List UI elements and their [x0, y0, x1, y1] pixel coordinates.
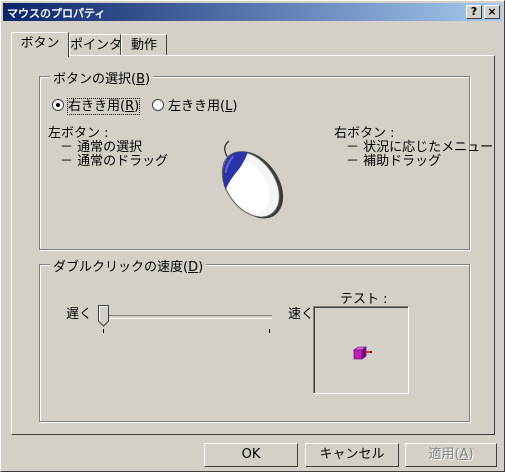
- slider-tick-min: [103, 329, 104, 333]
- left-button-item: － 通常の選択: [60, 140, 143, 155]
- fast-label: 速く: [288, 307, 315, 322]
- slider-tick-max: [269, 329, 270, 333]
- close-button[interactable]: ×: [484, 5, 500, 19]
- test-area[interactable]: [313, 306, 409, 394]
- slider-track: [102, 315, 272, 319]
- radio-label-text: 左きき用: [168, 99, 221, 114]
- left-button-heading: 左ボタン :: [48, 126, 109, 141]
- tab-label: 動作: [130, 38, 157, 53]
- tab-label: ボタン: [20, 36, 60, 51]
- radio-left-handed-indicator[interactable]: [152, 99, 164, 111]
- radio-right-handed-label: 右きき用(R): [66, 98, 141, 115]
- group-label-double-click: ダブルクリックの速度(D): [50, 256, 207, 275]
- radio-hotkey: L: [225, 99, 233, 114]
- test-label: テスト :: [340, 292, 388, 307]
- apply-label: 適用: [428, 447, 455, 462]
- radio-left-handed-label: 左きき用(L): [168, 99, 238, 114]
- tab-label: ポインタ: [70, 38, 123, 53]
- tab-pointer[interactable]: ポインタ: [69, 34, 123, 56]
- group-label-text: ダブルクリックの速度: [53, 260, 184, 275]
- double-click-speed-slider[interactable]: [98, 303, 274, 337]
- radio-left-handed[interactable]: 左きき用(L): [152, 95, 237, 114]
- right-button-item: － 補助ドラッグ: [346, 154, 442, 169]
- tab-panel: ボタンの選択(B) 右きき用(R) 左きき用(L) 左ボタン : － 通常の選択…: [11, 55, 495, 435]
- group-hotkey: B: [136, 72, 146, 87]
- right-button-item: － 状況に応じたメニュー: [346, 140, 494, 155]
- group-label-text: ボタンの選択: [53, 72, 132, 87]
- group-label-button-config: ボタンの選択(B): [50, 68, 154, 87]
- tab-motion[interactable]: 動作: [121, 34, 167, 56]
- group-hotkey: D: [188, 260, 199, 275]
- tab-buttons[interactable]: ボタン: [11, 32, 69, 57]
- window-title: マウスのプロパティ: [7, 7, 106, 20]
- ok-button[interactable]: OK: [204, 443, 298, 467]
- apply-button[interactable]: 適用(A): [405, 443, 497, 467]
- right-button-heading: 右ボタン :: [334, 126, 395, 141]
- mouse-properties-dialog: マウスのプロパティ ? × ボタン ポインタ 動作 ボタンの選択(B) 右きき用…: [0, 0, 505, 472]
- cancel-button[interactable]: キャンセル: [305, 443, 399, 467]
- jack-in-the-box-icon[interactable]: [352, 345, 374, 363]
- mouse-illustration-icon: [221, 140, 284, 219]
- radio-hotkey: R: [125, 99, 135, 114]
- left-button-item: － 通常のドラッグ: [60, 154, 169, 169]
- radio-right-handed-indicator[interactable]: [52, 99, 64, 111]
- slider-thumb[interactable]: [98, 305, 109, 327]
- radio-label-text: 右きき用: [68, 99, 121, 114]
- slow-label: 遅く: [66, 307, 93, 322]
- apply-hotkey: A: [459, 447, 469, 462]
- title-bar[interactable]: マウスのプロパティ ? ×: [3, 3, 502, 21]
- radio-right-handed[interactable]: 右きき用(R): [52, 95, 141, 115]
- button-config-group: ボタンの選択(B) 右きき用(R) 左きき用(L) 左ボタン : － 通常の選択…: [39, 68, 493, 250]
- help-button[interactable]: ?: [466, 5, 482, 19]
